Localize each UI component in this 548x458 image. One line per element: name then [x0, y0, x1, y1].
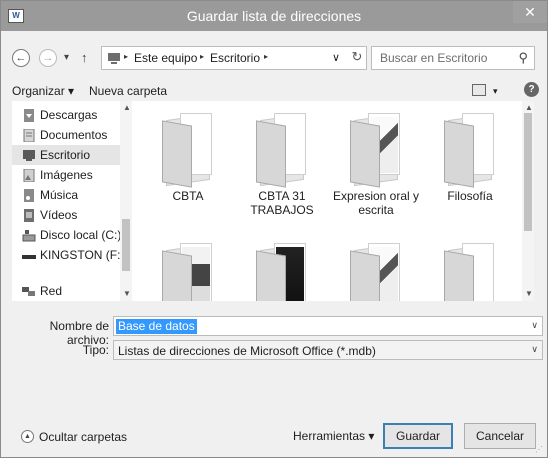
scroll-down-icon[interactable]: ▼	[123, 289, 131, 298]
file-type-select[interactable]: Listas de direcciones de Microsoft Offic…	[113, 340, 543, 360]
content-scrollbar[interactable]: ▲ ▼	[522, 101, 534, 301]
folder-item[interactable]	[144, 243, 232, 301]
search-icon[interactable]: ⚲	[518, 50, 528, 66]
breadcrumb-separator[interactable]: ▸	[264, 52, 268, 61]
folder-item[interactable]: Expresion oral y escrita	[332, 113, 420, 217]
nav-item-label: Escritorio	[40, 148, 91, 162]
desktop-icon	[23, 150, 35, 161]
folder-icon	[162, 243, 214, 301]
downloads-icon	[24, 109, 34, 122]
nav-item-escritorio[interactable]: Escritorio	[12, 145, 120, 165]
folder-icon	[256, 243, 308, 301]
drive-icon	[22, 230, 36, 242]
folder-icon	[350, 243, 402, 301]
breadcrumb-separator: ▸	[200, 52, 205, 61]
chevron-down-icon[interactable]: ∨	[531, 344, 538, 355]
file-list-pane[interactable]: CBTA CBTA 31 TRABAJOS Expresion oral y esc…	[132, 101, 534, 301]
nav-item-label: Descargas	[40, 108, 98, 122]
save-dialog: W Guardar lista de direcciones ✕ ← → ▾ ↑…	[0, 0, 548, 458]
music-icon	[24, 189, 34, 202]
nav-item-label: Documentos	[40, 128, 108, 142]
title-bar[interactable]: W Guardar lista de direcciones ✕	[1, 1, 547, 31]
view-options-caret-icon[interactable]: ▾	[493, 86, 498, 97]
change-view-icon[interactable]	[472, 84, 486, 96]
folder-item[interactable]	[426, 243, 514, 301]
back-button[interactable]: ←	[12, 49, 30, 67]
folder-icon	[444, 113, 496, 188]
folder-name: CBTA	[172, 189, 204, 203]
nav-item-descargas[interactable]: Descargas	[12, 105, 120, 125]
filename-value[interactable]: Base de datos	[116, 319, 197, 334]
organize-menu-button[interactable]: Organizar ▾	[12, 84, 74, 98]
hide-folders-label: Ocultar carpetas	[39, 430, 128, 444]
nav-item-imagenes[interactable]: Imágenes	[12, 165, 120, 185]
nav-scroll-thumb[interactable]	[122, 219, 130, 271]
cancel-button[interactable]: Cancelar	[464, 423, 536, 449]
folder-icon	[444, 243, 496, 301]
scroll-down-icon[interactable]: ▼	[525, 289, 533, 298]
search-placeholder: Buscar en Escritorio	[380, 51, 488, 65]
resize-grip-icon[interactable]: ⋰	[535, 445, 543, 454]
recent-locations-icon[interactable]: ▾	[64, 52, 69, 63]
folder-item[interactable]: CBTA 31 TRABAJOS	[238, 113, 326, 217]
folder-name: Expresion oral y escrita	[332, 189, 420, 217]
nav-item-videos[interactable]: Vídeos	[12, 205, 120, 225]
navigation-pane[interactable]: Descargas Documentos Escritorio Imágenes…	[12, 101, 132, 301]
scroll-up-icon[interactable]: ▲	[123, 103, 131, 112]
breadcrumb-separator: ▸	[124, 52, 129, 61]
scroll-up-icon[interactable]: ▲	[525, 103, 533, 112]
folder-name: Filosofía	[447, 189, 493, 203]
new-folder-button[interactable]: Nueva carpeta	[89, 84, 167, 98]
save-button[interactable]: Guardar	[383, 423, 453, 449]
filename-field[interactable]: Base de datos ∨	[113, 316, 543, 336]
nav-item-label: KINGSTON (F:)	[40, 248, 125, 262]
documents-icon	[23, 129, 35, 142]
chevron-down-icon[interactable]: ∨	[531, 320, 538, 331]
folder-item[interactable]: Filosofía	[426, 113, 514, 203]
nav-item-red[interactable]: Red	[12, 281, 120, 301]
dialog-title: Guardar lista de direcciones	[186, 8, 362, 24]
nav-item-kingston[interactable]: KINGSTON (F:)	[12, 245, 124, 265]
usb-drive-icon	[22, 255, 36, 259]
nav-item-label: Disco local (C:)	[40, 228, 122, 242]
type-label: Tipo:	[82, 343, 109, 357]
computer-icon	[108, 53, 120, 64]
address-dropdown-icon[interactable]: ∨	[332, 51, 340, 64]
folder-name: CBTA 31 TRABAJOS	[250, 189, 314, 217]
content-scroll-thumb[interactable]	[524, 113, 532, 231]
nav-item-label: Música	[40, 188, 79, 202]
up-arrow-icon[interactable]: ↑	[81, 50, 88, 65]
folder-item[interactable]: CBTA	[144, 113, 232, 203]
search-input[interactable]: Buscar en Escritorio ⚲	[371, 46, 535, 70]
forward-button[interactable]: →	[39, 49, 57, 67]
tools-menu-button[interactable]: Herramientas ▾	[293, 429, 374, 443]
videos-icon	[24, 209, 34, 222]
nav-item-label: Imágenes	[40, 168, 93, 182]
breadcrumb-escritorio[interactable]: Escritorio	[210, 51, 260, 65]
refresh-button[interactable]: ↻	[347, 46, 367, 70]
collapse-up-icon: ▲	[21, 430, 34, 443]
help-icon[interactable]: ?	[524, 82, 539, 97]
network-icon	[22, 287, 35, 296]
folder-icon	[350, 113, 402, 188]
folder-icon	[162, 113, 214, 188]
folder-icon	[256, 113, 308, 188]
folder-item[interactable]	[332, 243, 420, 301]
address-bar[interactable]: ▸ Este equipo ▸ Escritorio ▸ ∨	[101, 46, 367, 70]
nav-item-disco-local[interactable]: Disco local (C:)	[12, 225, 122, 245]
nav-item-label: Red	[40, 284, 63, 298]
close-button[interactable]: ✕	[513, 1, 547, 23]
nav-item-musica[interactable]: Música	[12, 185, 120, 205]
folder-item[interactable]	[238, 243, 326, 301]
nav-scrollbar[interactable]: ▲ ▼	[120, 101, 132, 301]
pictures-icon	[23, 169, 35, 182]
breadcrumb-este-equipo[interactable]: Este equipo	[134, 51, 197, 65]
file-type-value: Listas de direcciones de Microsoft Offic…	[118, 344, 376, 358]
nav-item-label: Vídeos	[40, 208, 78, 222]
nav-item-documentos[interactable]: Documentos	[12, 125, 120, 145]
